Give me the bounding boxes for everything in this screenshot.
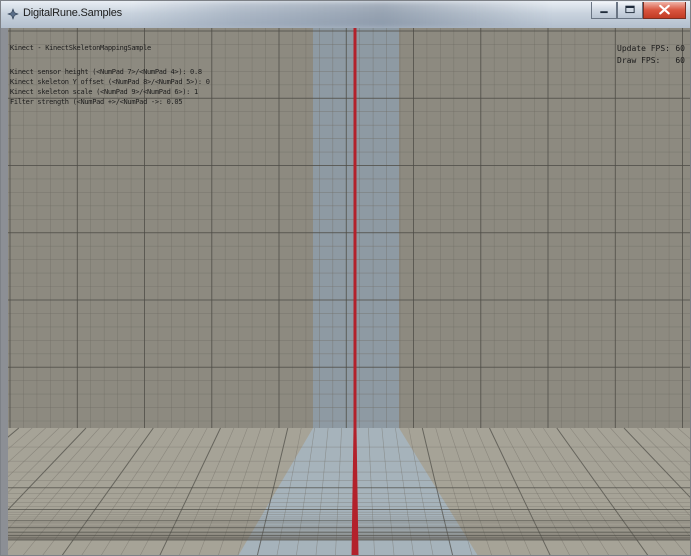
- title-bar[interactable]: DigitalRune.Samples: [1, 1, 690, 28]
- draw-fps-row: Draw FPS: 60: [617, 56, 685, 65]
- close-button[interactable]: [643, 2, 686, 19]
- maximize-icon: [625, 5, 635, 14]
- skeleton-scale-text: Kinect skeleton scale (<NumPad 9>/<NumPa…: [10, 88, 198, 96]
- window-title: DigitalRune.Samples: [23, 7, 122, 19]
- sample-title: Kinect - KinectSkeletonMappingSample: [10, 44, 151, 52]
- minimize-icon: [600, 11, 608, 14]
- render-viewport[interactable]: Kinect - KinectSkeletonMappingSample Kin…: [8, 28, 690, 555]
- update-fps-value: 60: [675, 44, 685, 53]
- application-window: DigitalRune.Samples Kinect - KinectSkele…: [0, 0, 691, 556]
- minimize-button[interactable]: [591, 2, 617, 19]
- close-icon: [659, 4, 670, 15]
- filter-strength-text: Filter strength (<NumPad +>/<NumPad ->: …: [10, 98, 183, 106]
- app-logo-icon: [7, 8, 19, 20]
- 3d-scene: [8, 28, 690, 555]
- update-fps-row: Update FPS: 60: [617, 44, 685, 53]
- sensor-height-text: Kinect sensor height (<NumPad 7>/<NumPad…: [10, 68, 202, 76]
- caption-buttons: [591, 2, 686, 20]
- draw-fps-label: Draw FPS:: [617, 56, 661, 65]
- skeleton-offset-text: Kinect skeleton Y offset (<NumPad 8>/<Nu…: [10, 78, 210, 86]
- update-fps-label: Update FPS:: [617, 44, 670, 53]
- title-bar-background: [131, 1, 551, 28]
- maximize-button[interactable]: [617, 2, 643, 19]
- draw-fps-value: 60: [675, 56, 685, 65]
